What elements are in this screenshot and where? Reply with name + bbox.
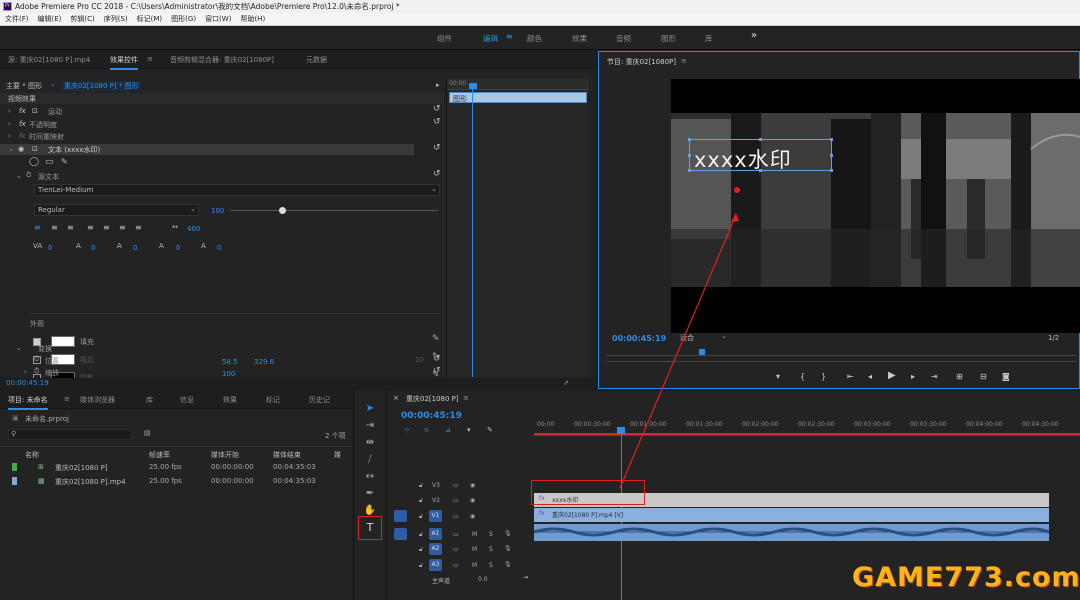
annotation-arrow bbox=[619, 213, 739, 489]
watermark-text: GAME773.com bbox=[852, 562, 1080, 593]
site-watermark-logo: GAME773.com bbox=[852, 560, 1080, 594]
